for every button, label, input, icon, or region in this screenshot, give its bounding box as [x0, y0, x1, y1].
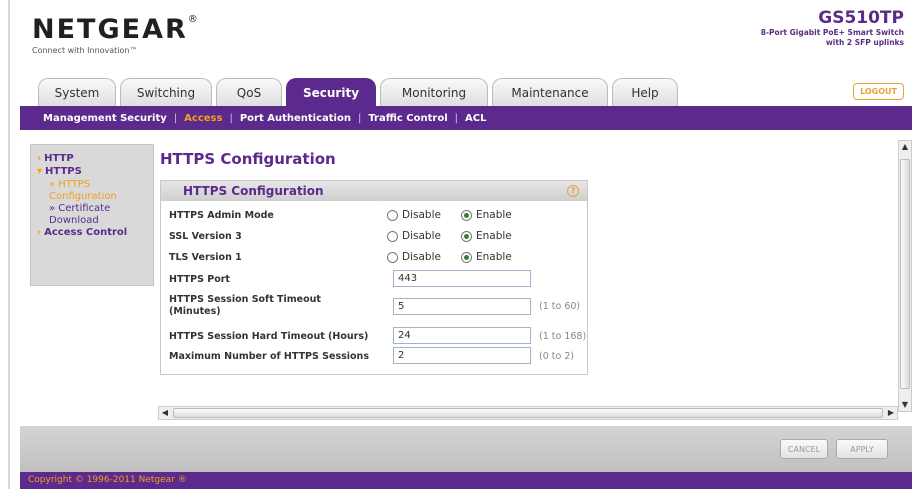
logout-button[interactable]: LOGOUT: [853, 83, 904, 100]
soft-timeout-label-1: HTTPS Session Soft Timeout: [169, 294, 321, 305]
scroll-left-icon[interactable]: ◀: [159, 407, 171, 419]
model-name: GS510TP: [818, 8, 904, 28]
admin-mode-enable-radio[interactable]: [461, 209, 472, 221]
tls1-disable-label: Disable: [402, 251, 441, 263]
subnav-management-security[interactable]: Management Security: [36, 113, 174, 124]
admin-mode-disable-radio[interactable]: [387, 209, 398, 221]
tab-switching[interactable]: Switching: [120, 78, 212, 106]
scroll-down-icon[interactable]: ▼: [899, 399, 911, 411]
main-tabs: System Switching QoS Security Monitoring…: [38, 78, 682, 106]
ssl3-enable-radio[interactable]: [461, 230, 472, 242]
ssl3-disable-radio[interactable]: [387, 230, 398, 242]
model-desc-line1: 8-Port Gigabit PoE+ Smart Switch: [760, 28, 904, 37]
arrow-right-icon: ›: [37, 227, 42, 238]
tls1-enable-label: Enable: [476, 251, 512, 263]
brand-mark: ®: [187, 14, 198, 25]
arrow-down-icon: ▾: [37, 166, 43, 177]
scroll-right-icon[interactable]: ▶: [885, 407, 897, 419]
vertical-scrollbar[interactable]: ▲ ▼: [898, 140, 912, 412]
subnav-acl[interactable]: ACL: [458, 113, 493, 124]
panel-title: HTTPS Configuration: [183, 184, 324, 198]
tab-security[interactable]: Security: [286, 78, 376, 106]
menu-item-https-configuration-1[interactable]: » HTTPS: [37, 179, 147, 191]
subnav-access[interactable]: Access: [177, 113, 229, 124]
arrow-right-icon: ›: [37, 153, 42, 164]
hard-timeout-label: HTTPS Session Hard Timeout (Hours): [169, 331, 369, 342]
help-icon[interactable]: ?: [567, 185, 579, 197]
brand-tagline: Connect with Innovation™: [32, 46, 138, 55]
admin-mode-enable-label: Enable: [476, 209, 512, 221]
hard-timeout-range: (1 to 168): [539, 331, 587, 342]
app-frame: NETGEAR® Connect with Innovation™ GS510T…: [8, 0, 912, 489]
ssl3-disable-option[interactable]: Disable: [387, 230, 441, 242]
ssl3-enable-option[interactable]: Enable: [461, 230, 512, 242]
admin-mode-label: HTTPS Admin Mode: [169, 210, 274, 221]
https-port-input[interactable]: 443: [393, 270, 531, 287]
tab-help[interactable]: Help: [612, 78, 678, 106]
soft-timeout-input[interactable]: 5: [393, 298, 531, 315]
horizontal-scroll-thumb[interactable]: [173, 408, 883, 418]
ssl3-disable-label: Disable: [402, 230, 441, 242]
apply-button[interactable]: APPLY: [836, 439, 888, 459]
content-area: › HTTP ▾ HTTPS » HTTPS Configuration » Cer…: [20, 130, 912, 426]
scroll-up-icon[interactable]: ▲: [899, 141, 911, 153]
hard-timeout-input[interactable]: 24: [393, 327, 531, 344]
panel-header: HTTPS Configuration ?: [161, 181, 587, 201]
soft-timeout-label-2: (Minutes): [169, 306, 221, 317]
sub-navigation: Management Security | Access | Port Auth…: [20, 106, 912, 130]
menu-item-http-label: HTTP: [44, 153, 74, 164]
footer-bar: CANCEL APPLY: [20, 426, 912, 472]
menu-item-http[interactable]: › HTTP: [37, 153, 147, 164]
vertical-scroll-thumb[interactable]: [900, 159, 910, 389]
model-desc-line2: with 2 SFP uplinks: [825, 38, 904, 47]
tab-qos[interactable]: QoS: [216, 78, 282, 106]
https-config-panel: HTTPS Configuration ? HTTPS Admin Mode D…: [160, 180, 588, 375]
horizontal-scrollbar[interactable]: ◀ ▶: [158, 406, 898, 420]
page-title: HTTPS Configuration: [160, 150, 336, 168]
tab-monitoring[interactable]: Monitoring: [380, 78, 488, 106]
menu-item-certificate-1[interactable]: » Certificate: [37, 203, 147, 215]
ssl3-enable-label: Enable: [476, 230, 512, 242]
https-port-label: HTTPS Port: [169, 274, 230, 285]
menu-item-https[interactable]: ▾ HTTPS: [37, 166, 147, 177]
tls1-enable-radio[interactable]: [461, 251, 472, 263]
ssl3-label: SSL Version 3: [169, 231, 242, 242]
menu-item-https-label: HTTPS: [45, 166, 82, 177]
brand-name: NETGEAR: [32, 14, 188, 45]
max-sessions-range: (0 to 2): [539, 351, 575, 362]
left-menu: › HTTP ▾ HTTPS » HTTPS Configuration » Cer…: [30, 144, 154, 286]
tab-system[interactable]: System: [38, 78, 116, 106]
netgear-logo: NETGEAR® Connect with Innovation™: [32, 14, 198, 55]
tls1-disable-radio[interactable]: [387, 251, 398, 263]
menu-item-access-control-label: Access Control: [44, 227, 128, 238]
copyright-text: Copyright © 1996-2011 Netgear ®: [20, 472, 912, 489]
max-sessions-input[interactable]: 2: [393, 347, 531, 364]
model-info: GS510TP 8-Port Gigabit PoE+ Smart Switch…: [761, 8, 904, 48]
max-sessions-label: Maximum Number of HTTPS Sessions: [169, 351, 369, 362]
tls1-enable-option[interactable]: Enable: [461, 251, 512, 263]
menu-item-https-configuration-2[interactable]: Configuration: [37, 191, 147, 203]
tls1-label: TLS Version 1: [169, 252, 242, 263]
admin-mode-enable-option[interactable]: Enable: [461, 209, 512, 221]
menu-item-access-control[interactable]: › Access Control: [37, 227, 147, 238]
admin-mode-disable-option[interactable]: Disable: [387, 209, 441, 221]
tls1-disable-option[interactable]: Disable: [387, 251, 441, 263]
menu-item-certificate-2[interactable]: Download: [37, 215, 147, 227]
subnav-port-authentication[interactable]: Port Authentication: [233, 113, 358, 124]
tab-maintenance[interactable]: Maintenance: [492, 78, 608, 106]
soft-timeout-range: (1 to 60): [539, 301, 581, 312]
cancel-button[interactable]: CANCEL: [780, 439, 828, 459]
subnav-traffic-control[interactable]: Traffic Control: [361, 113, 454, 124]
admin-mode-disable-label: Disable: [402, 209, 441, 221]
